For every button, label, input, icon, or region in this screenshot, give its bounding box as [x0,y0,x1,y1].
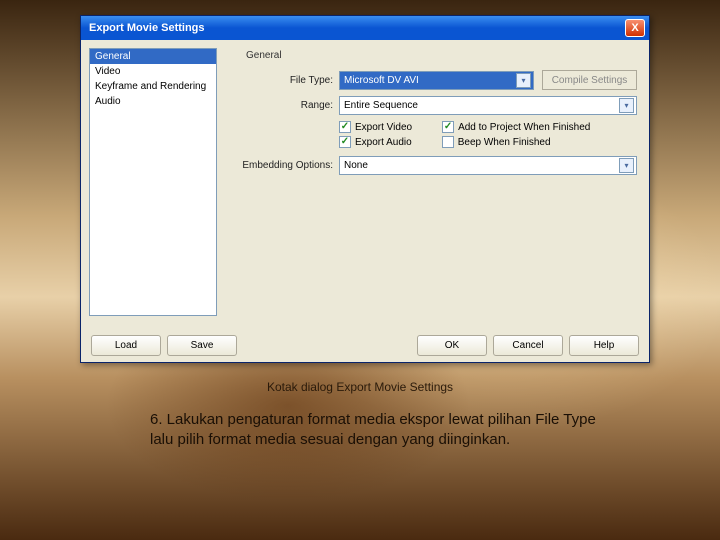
embed-dropdown[interactable]: None ▾ [339,156,637,175]
chevron-down-icon: ▾ [619,158,634,173]
dialog-body: General Video Keyframe and Rendering Aud… [81,40,649,328]
titlebar[interactable]: Export Movie Settings X [81,16,649,40]
sidebar-item-general[interactable]: General [90,49,216,64]
add-to-project-checkbox[interactable]: ✓ Add to Project When Finished [442,121,590,133]
export-video-checkbox[interactable]: ✓ Export Video [339,121,412,133]
sidebar-item-audio[interactable]: Audio [90,94,216,109]
export-settings-dialog: Export Movie Settings X General Video Ke… [80,15,650,363]
dialog-footer: Load Save OK Cancel Help [81,328,649,362]
export-audio-checkbox[interactable]: ✓ Export Audio [339,136,412,148]
chevron-down-icon: ▾ [516,73,531,88]
file-type-label: File Type: [229,75,339,86]
help-button[interactable]: Help [569,335,639,356]
file-type-dropdown[interactable]: Microsoft DV AVI ▾ [339,71,534,90]
close-icon: X [631,22,638,34]
checkbox-unchecked-icon [442,136,454,148]
slide-instruction: 6. Lakukan pengaturan format media ekspo… [150,410,610,449]
sidebar-item-keyframe[interactable]: Keyframe and Rendering [90,79,216,94]
export-audio-label: Export Audio [355,137,412,148]
embed-label: Embedding Options: [229,160,339,171]
beep-label: Beep When Finished [458,137,551,148]
panel-title: General [246,50,282,61]
general-form: File Type: Microsoft DV AVI ▾ Compile Se… [229,70,637,181]
export-video-label: Export Video [355,122,412,133]
file-type-value: Microsoft DV AVI [344,75,419,86]
add-to-project-label: Add to Project When Finished [458,122,590,133]
window-title: Export Movie Settings [85,22,205,34]
save-button[interactable]: Save [167,335,237,356]
checkbox-checked-icon: ✓ [442,121,454,133]
range-value: Entire Sequence [344,100,418,111]
cancel-button[interactable]: Cancel [493,335,563,356]
range-label: Range: [229,100,339,111]
ok-button[interactable]: OK [417,335,487,356]
beep-checkbox[interactable]: Beep When Finished [442,136,551,148]
load-button[interactable]: Load [91,335,161,356]
compile-settings-button: Compile Settings [542,70,637,90]
checkbox-checked-icon: ✓ [339,136,351,148]
category-sidebar: General Video Keyframe and Rendering Aud… [89,48,217,316]
slide-caption: Kotak dialog Export Movie Settings [0,380,720,394]
checkbox-checked-icon: ✓ [339,121,351,133]
embed-value: None [344,160,368,171]
close-button[interactable]: X [625,19,645,37]
sidebar-item-video[interactable]: Video [90,64,216,79]
range-dropdown[interactable]: Entire Sequence ▾ [339,96,637,115]
chevron-down-icon: ▾ [619,98,634,113]
